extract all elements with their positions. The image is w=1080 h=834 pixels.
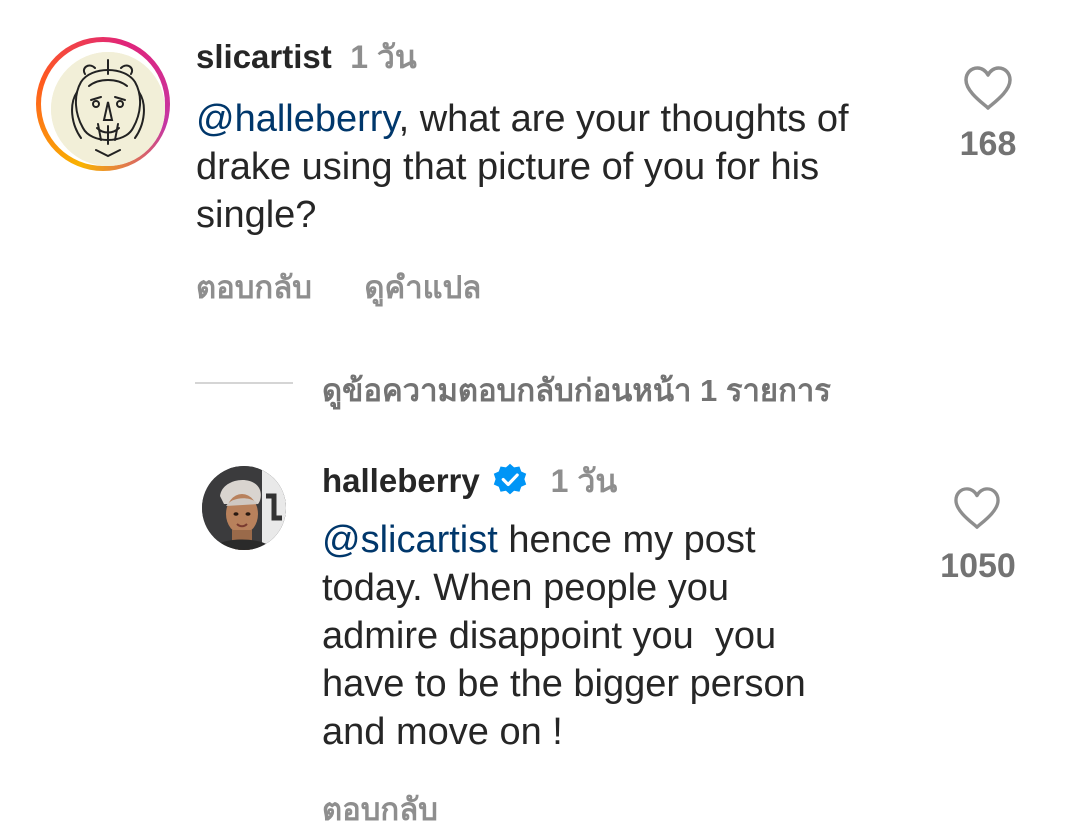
reply-line-4: have to be the bigger person	[322, 663, 806, 705]
reply-line-1: @slicartist hence my post	[322, 516, 922, 564]
profile-photo-image	[202, 466, 286, 550]
reply-username[interactable]: halleberry	[322, 462, 480, 499]
comment-like-count: 168	[959, 125, 1017, 163]
heart-outline-icon[interactable]	[952, 486, 1002, 530]
story-ring[interactable]	[36, 37, 170, 171]
translate-button[interactable]: ดูคำแปล	[364, 270, 481, 305]
comment-line-2: drake using that picture of you for his	[196, 146, 820, 188]
reply-text: @slicartist hence my post today. When pe…	[322, 516, 922, 756]
comment-actions: ตอบกลับ ดูคำแปล	[196, 262, 481, 312]
comment-line-3: single?	[196, 194, 317, 236]
lion-sketch-image	[51, 52, 165, 166]
view-previous-replies-button[interactable]: ดูข้อความตอบกลับก่อนหน้า 1 รายการ	[322, 365, 831, 415]
reply-line-3: admire disappoint you you	[322, 615, 777, 657]
comment-mention[interactable]: @halleberry	[196, 98, 399, 140]
comment-text: @halleberry, what are your thoughts of d…	[196, 95, 916, 239]
comment-username[interactable]: slicartist	[196, 38, 332, 75]
reply-reply-button[interactable]: ตอบกลับ	[322, 792, 438, 827]
reply-line-5: and move on !	[322, 711, 563, 753]
reply-button[interactable]: ตอบกลับ	[196, 270, 312, 305]
replies-divider	[195, 382, 293, 384]
verified-badge-icon	[494, 463, 527, 495]
avatar-ring-gap	[41, 42, 165, 166]
avatar-slicartist[interactable]	[51, 52, 165, 166]
comment-timestamp: 1 วัน	[350, 39, 417, 75]
heart-outline-icon[interactable]	[962, 65, 1014, 111]
reply-mention[interactable]: @slicartist	[322, 519, 498, 561]
reply-like-count: 1050	[940, 547, 1016, 585]
reply-line-1-text: hence my post	[497, 519, 756, 561]
reply-actions: ตอบกลับ	[322, 784, 438, 834]
reply-header: halleberry 1 วัน	[322, 456, 617, 507]
reply-line-2: today. When people you	[322, 567, 730, 609]
comment-line-1: @halleberry, what are your thoughts of	[196, 95, 916, 143]
comment-header: slicartist 1 วัน	[196, 32, 417, 83]
comment-line-1-text: , what are your thoughts of	[398, 98, 849, 140]
avatar-halleberry[interactable]	[202, 466, 286, 550]
reply-timestamp: 1 วัน	[550, 463, 618, 499]
